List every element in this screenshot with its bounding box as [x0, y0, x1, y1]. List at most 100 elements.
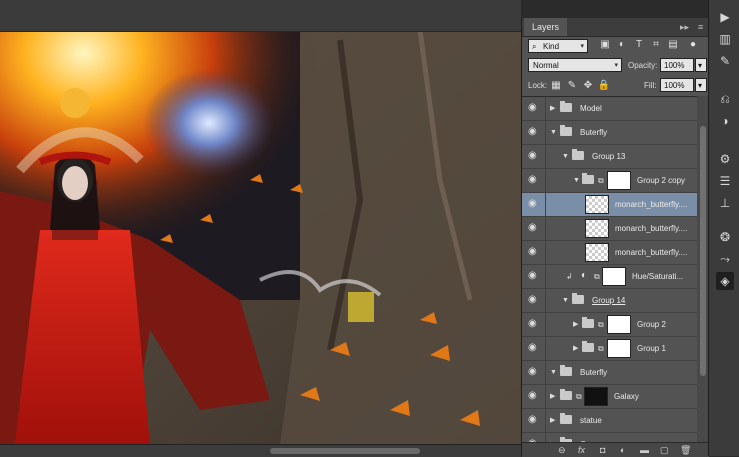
document-canvas[interactable] [0, 0, 521, 444]
layer-row-group-1[interactable]: ◉ ▶ ⧉ Group 1 [522, 337, 697, 361]
collapse-triangle-icon[interactable]: ▼ [562, 152, 569, 162]
visibility-eye-icon[interactable]: ◉ [528, 391, 540, 401]
visibility-eye-icon[interactable]: ◉ [528, 319, 540, 329]
filter-toggle-icon[interactable]: ● [686, 39, 700, 51]
layer-row-hue-saturation[interactable]: ◉ ↲ ◐ ⧉ Hue/Saturati... [522, 265, 697, 289]
delete-layer-icon[interactable]: 🗑 [680, 444, 691, 456]
color-icon[interactable]: ◑ [716, 112, 734, 130]
fill-slider-button[interactable]: ▾ [695, 78, 707, 92]
layer-thumbnail[interactable] [585, 219, 609, 238]
lock-all-icon[interactable]: 🔒 [597, 80, 611, 92]
layers-icon[interactable]: ◈ [716, 272, 734, 290]
fill-field[interactable]: 100% [660, 78, 694, 92]
smart-object-filter-icon[interactable]: ▤ [666, 39, 680, 51]
layer-row-statue[interactable]: ◉ ▶ statue [522, 409, 697, 433]
folder-open-icon [560, 125, 572, 136]
panel-menu-icon[interactable]: ≡ [698, 18, 703, 36]
visibility-eye-icon[interactable]: ◉ [528, 367, 540, 377]
mask-link-icon[interactable]: ⧉ [598, 344, 604, 354]
new-layer-icon[interactable]: ▢ [660, 444, 669, 456]
lock-transparent-icon[interactable]: ▦ [549, 80, 563, 92]
scrollbar-thumb[interactable] [270, 448, 420, 454]
layer-row-group-2[interactable]: ◉ ▶ ⧉ Group 2 [522, 313, 697, 337]
visibility-eye-icon[interactable]: ◉ [528, 295, 540, 305]
layer-mask-thumbnail[interactable] [607, 339, 631, 358]
visibility-eye-icon[interactable]: ◉ [528, 343, 540, 353]
mask-link-icon[interactable]: ⧉ [598, 320, 604, 330]
layer-row-galaxy[interactable]: ◉ ▶ ⧉ Galaxy [522, 385, 697, 409]
layer-row-monarch-butterfly-1[interactable]: ◉ monarch_butterfly.... [522, 193, 697, 217]
canvas-horizontal-scrollbar[interactable] [0, 444, 521, 457]
fx-icon[interactable]: fx [578, 444, 585, 456]
history-icon[interactable]: ▥ [716, 30, 734, 48]
layer-row-buterfly-2[interactable]: ◉ ▼ Buterfly [522, 361, 697, 385]
visibility-eye-icon[interactable]: ◉ [528, 103, 540, 113]
type-filter-icon[interactable]: T [632, 39, 646, 51]
align-icon[interactable]: ⊥ [716, 194, 734, 212]
add-mask-icon[interactable]: ◘ [600, 444, 605, 456]
opacity-slider-button[interactable]: ▾ [695, 58, 707, 72]
image-filter-icon[interactable]: ▣ [598, 39, 612, 51]
visibility-eye-icon[interactable]: ◉ [528, 223, 540, 233]
lock-position-icon[interactable]: ✥ [581, 80, 595, 92]
collapse-triangle-icon[interactable]: ▼ [550, 128, 557, 138]
layer-row-monarch-butterfly-3[interactable]: ◉ monarch_butterfly.... [522, 241, 697, 265]
link-layers-icon[interactable]: ⊖ [558, 444, 566, 456]
properties-icon[interactable]: ☰ [716, 172, 734, 190]
adjustment-filter-icon[interactable]: ◐ [615, 39, 629, 51]
layer-row-group-13[interactable]: ◉ ▼ Group 13 [522, 145, 697, 169]
visibility-eye-icon[interactable]: ◉ [528, 151, 540, 161]
folder-icon [582, 317, 594, 328]
layer-list[interactable]: ◉ ▶ Model ◉ ▼ Buterfly ◉ ▼ Group 13 ◉ ▼ … [522, 96, 697, 443]
expand-triangle-icon[interactable]: ▶ [550, 392, 555, 402]
layer-thumbnail[interactable] [585, 195, 609, 214]
layer-mask-thumbnail[interactable] [607, 315, 631, 334]
visibility-eye-icon[interactable]: ◉ [528, 247, 540, 257]
collapse-triangle-icon[interactable]: ▼ [562, 296, 569, 306]
collapse-triangle-icon[interactable]: ▼ [550, 368, 557, 378]
mask-link-icon[interactable]: ⧉ [598, 176, 604, 186]
layer-mask-thumbnail[interactable] [584, 387, 608, 406]
layer-row-buterfly[interactable]: ◉ ▼ Buterfly [522, 121, 697, 145]
layer-row-monarch-butterfly-2[interactable]: ◉ monarch_butterfly.... [522, 217, 697, 241]
collapse-panel-icon[interactable]: ▸▸ [680, 18, 689, 36]
mask-link-icon[interactable]: ⧉ [576, 392, 582, 402]
adjustment-layer-icon[interactable]: ◐ [620, 444, 625, 456]
scrollbar-thumb[interactable] [700, 126, 706, 376]
paths-icon[interactable]: ⤳ [716, 250, 734, 268]
layer-thumbnail[interactable] [585, 243, 609, 262]
mask-link-icon[interactable]: ⧉ [594, 272, 600, 282]
visibility-eye-icon[interactable]: ◉ [528, 415, 540, 425]
clipping-arrow-icon: ↲ [566, 272, 573, 281]
layer-mask-thumbnail[interactable] [602, 267, 626, 286]
expand-triangle-icon[interactable]: ▶ [573, 320, 578, 330]
visibility-eye-icon[interactable]: ◉ [528, 199, 540, 209]
filter-kind-dropdown[interactable]: ⌕ Kind ▾ [528, 39, 588, 53]
lock-image-icon[interactable]: ✎ [565, 80, 579, 92]
actions-icon[interactable]: ⎌ [716, 90, 734, 108]
layers-tab[interactable]: Layers [524, 18, 568, 36]
collapse-triangle-icon[interactable]: ▼ [573, 176, 580, 186]
visibility-eye-icon[interactable]: ◉ [528, 127, 540, 137]
adjustments-icon[interactable]: ⚙ [716, 150, 734, 168]
chevron-down-icon: ▾ [614, 62, 618, 69]
channels-icon[interactable]: ❂ [716, 228, 734, 246]
expand-triangle-icon[interactable]: ▶ [573, 344, 578, 354]
brush-presets-icon[interactable]: ✎ [716, 52, 734, 70]
blend-mode-dropdown[interactable]: Normal ▾ [528, 58, 622, 72]
shape-filter-icon[interactable]: ⌗ [649, 39, 663, 51]
expand-triangle-icon[interactable]: ▶ [550, 104, 555, 114]
layer-row-group-2-copy[interactable]: ◉ ▼ ⧉ Group 2 copy [522, 169, 697, 193]
layer-row-group-14[interactable]: ◉ ▼ Group 14 [522, 289, 697, 313]
blend-opacity-row: Normal ▾ Opacity: 100% ▾ [522, 56, 709, 75]
layer-name: Model [580, 104, 602, 113]
expand-triangle-icon[interactable]: ▶ [550, 416, 555, 426]
layer-row-model[interactable]: ◉ ▶ Model [522, 97, 697, 121]
layer-mask-thumbnail[interactable] [607, 171, 631, 190]
visibility-eye-icon[interactable]: ◉ [528, 271, 540, 281]
layer-name: monarch_butterfly.... [615, 248, 688, 257]
play-icon[interactable]: ▶ [716, 8, 734, 26]
visibility-eye-icon[interactable]: ◉ [528, 175, 540, 185]
opacity-field[interactable]: 100% [660, 58, 694, 72]
new-group-icon[interactable]: ▬ [640, 444, 649, 456]
